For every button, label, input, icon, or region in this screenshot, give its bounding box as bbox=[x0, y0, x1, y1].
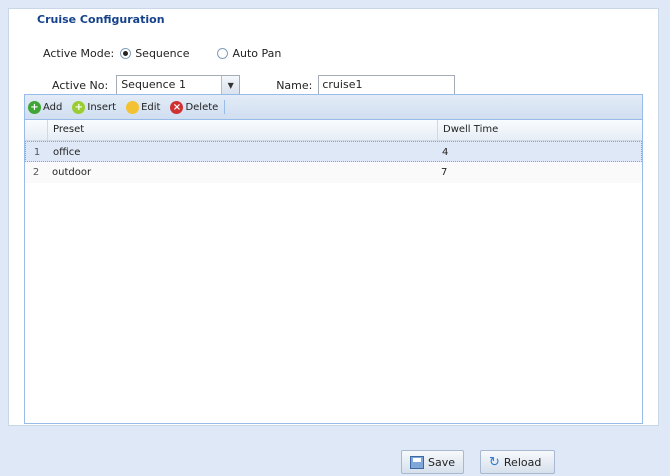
active-no-row: Active No: Sequence 1 ▼ Name: cruise1 bbox=[52, 74, 456, 96]
dwell-time-column-header[interactable]: Dwell Time bbox=[438, 120, 642, 140]
add-button[interactable]: + Add bbox=[28, 100, 63, 114]
name-input[interactable]: cruise1 bbox=[318, 75, 456, 95]
edit-button-label: Edit bbox=[141, 101, 161, 113]
name-label: Name: bbox=[276, 78, 313, 92]
delete-button-label: Delete bbox=[185, 101, 219, 113]
reload-button[interactable]: ↻ Reload bbox=[480, 450, 555, 474]
row-number-header bbox=[25, 120, 48, 140]
sequence-radio-label[interactable]: Sequence bbox=[135, 47, 189, 60]
preset-cell[interactable]: office bbox=[48, 142, 437, 161]
reload-icon: ↻ bbox=[489, 454, 500, 470]
edit-button[interactable]: Edit bbox=[126, 100, 161, 114]
active-no-label: Active No: bbox=[52, 78, 109, 92]
sequence-radio[interactable] bbox=[120, 47, 132, 59]
auto-pan-radio-label[interactable]: Auto Pan bbox=[232, 47, 281, 60]
active-mode-label: Active Mode: bbox=[43, 46, 115, 60]
dwell-time-cell[interactable]: 7 bbox=[436, 162, 642, 183]
preset-grid: + Add + Insert Edit × Delete Preset Dwel… bbox=[24, 94, 643, 424]
table-row[interactable]: 2 outdoor 7 bbox=[25, 162, 642, 183]
row-number: 2 bbox=[32, 167, 40, 178]
insert-button[interactable]: + Insert bbox=[72, 100, 117, 114]
save-button[interactable]: Save bbox=[401, 450, 464, 474]
table-row[interactable]: 1 office 4 bbox=[25, 141, 642, 162]
active-no-select[interactable]: Sequence 1 ▼ bbox=[116, 75, 241, 95]
insert-button-label: Insert bbox=[87, 101, 117, 113]
active-mode-row: Active Mode: Sequence Auto Pan bbox=[43, 44, 309, 62]
add-button-label: Add bbox=[43, 101, 63, 113]
active-mode-radio-group: Sequence Auto Pan bbox=[120, 47, 309, 60]
cruise-configuration-panel: Cruise Configuration Active Mode: Sequen… bbox=[8, 8, 659, 426]
chevron-down-icon[interactable]: ▼ bbox=[221, 76, 240, 94]
reload-button-label: Reload bbox=[503, 455, 542, 469]
save-button-label: Save bbox=[427, 455, 455, 469]
row-number: 1 bbox=[33, 147, 41, 158]
auto-pan-radio[interactable] bbox=[217, 47, 229, 59]
delete-icon: × bbox=[170, 100, 184, 114]
dwell-time-cell[interactable]: 4 bbox=[437, 142, 641, 161]
add-icon: + bbox=[28, 100, 41, 114]
floppy-disk-icon bbox=[410, 455, 424, 469]
insert-icon: + bbox=[72, 100, 86, 114]
edit-icon bbox=[126, 100, 140, 114]
preset-column-header[interactable]: Preset bbox=[48, 120, 438, 140]
grid-header: Preset Dwell Time bbox=[25, 120, 642, 141]
active-no-value[interactable]: Sequence 1 bbox=[117, 76, 221, 94]
panel-title: Cruise Configuration bbox=[33, 13, 169, 26]
toolbar-separator bbox=[224, 100, 226, 114]
grid-toolbar: + Add + Insert Edit × Delete bbox=[25, 95, 642, 120]
delete-button[interactable]: × Delete bbox=[170, 100, 219, 114]
preset-cell[interactable]: outdoor bbox=[47, 162, 436, 183]
